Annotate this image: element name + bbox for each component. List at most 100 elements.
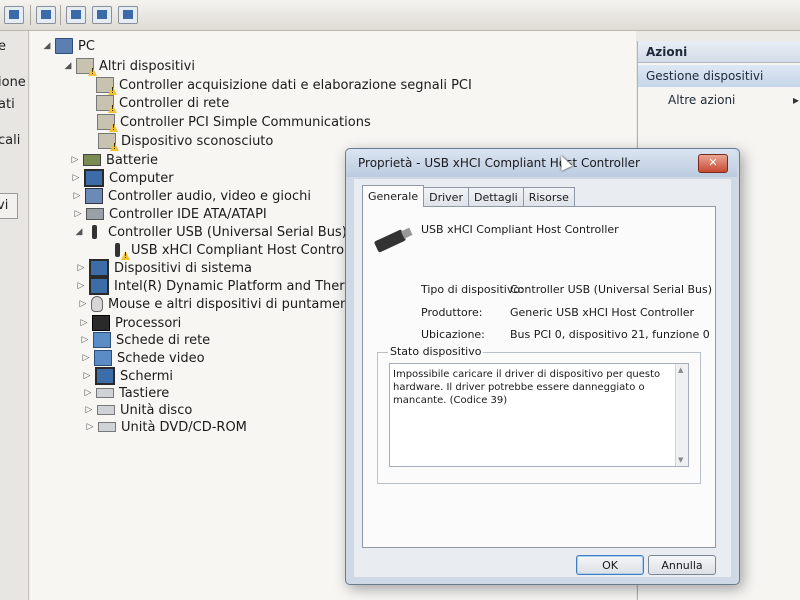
tab-driver[interactable]: Driver — [423, 187, 469, 207]
left-pane-text: cali — [0, 133, 21, 148]
unknown-device-warning-icon — [96, 77, 114, 93]
device-name: USB xHCI Compliant Host Controller — [421, 223, 619, 236]
expanded-arrow-icon[interactable]: ◢ — [63, 61, 73, 71]
close-button[interactable]: ✕ — [698, 154, 728, 173]
tree-node-device[interactable]: Dispositivo sconosciuto — [98, 132, 273, 150]
tree-node-sistema[interactable]: ▷ Dispositivi di sistema — [76, 259, 252, 277]
collapsed-arrow-icon[interactable]: ▷ — [84, 405, 94, 415]
keyboard-icon — [96, 388, 114, 398]
dialog-title: Proprietà - USB xHCI Compliant Host Cont… — [358, 156, 640, 170]
uninstall-device-icon[interactable] — [118, 6, 138, 24]
device-manager-window: e ione ati cali vi ◢ PC ◢ Altri disposit… — [0, 0, 800, 600]
actions-device-manager[interactable]: Gestione dispositivi — [638, 65, 800, 87]
device-status-group: Stato dispositivo Impossibile caricare i… — [377, 345, 701, 484]
collapsed-arrow-icon[interactable]: ▷ — [71, 173, 81, 183]
collapsed-arrow-icon[interactable]: ▷ — [72, 191, 82, 201]
tree-node-label: PC — [78, 38, 95, 54]
computer-icon — [55, 38, 73, 54]
toolbar-separator — [30, 5, 31, 25]
scan-hardware-icon[interactable] — [36, 6, 56, 24]
display-adapter-icon — [94, 350, 112, 366]
tree-node-video[interactable]: ▷ Schede video — [81, 349, 205, 367]
device-status-text: Impossibile caricare il driver di dispos… — [393, 369, 661, 406]
dialog-titlebar[interactable]: Proprietà - USB xHCI Compliant Host Cont… — [346, 149, 737, 177]
unknown-device-warning-icon — [96, 95, 114, 111]
cancel-button[interactable]: Annulla — [648, 555, 716, 575]
manufacturer-value: Generic USB xHCI Host Controller — [510, 306, 695, 319]
actions-more-link[interactable]: Altre azioni — [668, 93, 735, 107]
monitor-icon — [95, 367, 115, 385]
unknown-device-warning-icon — [98, 133, 116, 149]
device-type-label: Tipo di dispositivo: — [421, 283, 524, 296]
scroll-down-icon[interactable]: ▼ — [678, 456, 683, 464]
collapsed-arrow-icon[interactable]: ▷ — [76, 281, 86, 291]
dialog-tabs: Generale Driver Dettagli Risorse — [362, 185, 575, 207]
processor-icon — [92, 315, 110, 331]
tree-node-schermi[interactable]: ▷ Schermi — [82, 367, 173, 385]
location-label: Ubicazione: — [421, 328, 485, 341]
update-driver-icon[interactable] — [66, 6, 86, 24]
tab-generale[interactable]: Generale — [362, 185, 425, 207]
tree-node-label: Tastiere — [119, 385, 170, 401]
tree-node-device[interactable]: Controller acquisizione dati e elaborazi… — [96, 76, 472, 94]
disable-device-icon[interactable] — [92, 6, 112, 24]
tree-node-device[interactable]: Controller PCI Simple Communications — [97, 113, 371, 131]
left-pane-item[interactable]: vi — [0, 193, 18, 219]
battery-icon — [83, 154, 101, 166]
collapsed-arrow-icon[interactable]: ▷ — [81, 353, 91, 363]
chevron-right-icon[interactable]: ▸ — [793, 93, 799, 107]
tree-node-label: Schede di rete — [116, 332, 211, 348]
status-scrollbar[interactable]: ▲ ▼ — [675, 364, 688, 466]
tree-node-disco[interactable]: ▷ Unità disco — [84, 401, 193, 419]
collapsed-arrow-icon[interactable]: ▷ — [82, 371, 92, 381]
device-status-label: Stato dispositivo — [388, 345, 484, 358]
collapsed-arrow-icon[interactable]: ▷ — [70, 155, 80, 165]
collapsed-arrow-icon[interactable]: ▷ — [83, 388, 93, 398]
tree-node-audio[interactable]: ▷ Controller audio, video e giochi — [72, 187, 311, 205]
tree-node-batterie[interactable]: ▷ Batterie — [70, 151, 159, 169]
collapsed-arrow-icon[interactable]: ▷ — [79, 318, 89, 328]
tree-node-processori[interactable]: ▷ Processori — [79, 314, 181, 332]
tree-node-label: Mouse e altri dispositivi di puntamento — [108, 296, 362, 312]
disk-drive-icon — [97, 405, 115, 415]
general-tab-panel: USB xHCI Compliant Host Controller Tipo … — [362, 206, 716, 548]
tree-node-label: Controller IDE ATA/ATAPI — [109, 206, 267, 222]
collapsed-arrow-icon[interactable]: ▷ — [80, 335, 90, 345]
collapsed-arrow-icon[interactable]: ▷ — [85, 422, 95, 432]
ok-button[interactable]: OK — [576, 555, 644, 575]
tree-node-tastiere[interactable]: ▷ Tastiere — [83, 384, 170, 402]
left-pane-text: e — [0, 39, 6, 54]
collapsed-arrow-icon[interactable]: ▷ — [76, 263, 86, 273]
tree-node-rete[interactable]: ▷ Schede di rete — [80, 331, 210, 349]
unknown-device-warning-icon — [97, 114, 115, 130]
tree-node-dvd[interactable]: ▷ Unità DVD/CD-ROM — [85, 418, 247, 436]
tree-node-mouse[interactable]: ▷ Mouse e altri dispositivi di puntament… — [78, 295, 361, 313]
tab-dettagli[interactable]: Dettagli — [467, 187, 524, 207]
tree-node-label: Schermi — [120, 368, 174, 384]
left-pane-text: ati — [0, 97, 15, 112]
expanded-arrow-icon[interactable]: ◢ — [74, 227, 84, 237]
tree-node-ide[interactable]: ▷ Controller IDE ATA/ATAPI — [73, 205, 267, 223]
left-pane-text: ione — [0, 75, 26, 90]
tree-node-device[interactable]: Controller di rete — [96, 94, 229, 112]
device-status-textbox[interactable]: Impossibile caricare il driver di dispos… — [389, 363, 689, 467]
console-tree-icon[interactable] — [4, 6, 24, 24]
tree-node-label: Altri dispositivi — [99, 58, 195, 74]
scroll-up-icon[interactable]: ▲ — [678, 366, 683, 374]
tab-risorse[interactable]: Risorse — [522, 187, 575, 207]
expanded-arrow-icon[interactable]: ◢ — [42, 41, 52, 51]
tree-node-usb[interactable]: ◢ Controller USB (Universal Serial Bus) — [74, 223, 347, 241]
platform-icon — [89, 277, 109, 295]
collapsed-arrow-icon[interactable]: ▷ — [73, 209, 83, 219]
tree-node-label: Unità DVD/CD-ROM — [121, 419, 247, 435]
tree-node-pc[interactable]: ◢ PC — [42, 37, 95, 55]
tree-node-altri-dispositivi[interactable]: ◢ Altri dispositivi — [63, 57, 195, 75]
tree-node-usb-xhci[interactable]: USB xHCI Compliant Host Controller — [110, 241, 365, 259]
left-navigation-pane: e ione ati cali vi — [0, 31, 29, 600]
usb-warning-icon — [110, 243, 126, 257]
tree-node-computer[interactable]: ▷ Computer — [71, 169, 174, 187]
tree-node-label: Controller USB (Universal Serial Bus) — [108, 224, 347, 240]
unknown-device-warning-icon — [76, 58, 94, 74]
tree-node-label: Controller acquisizione dati e elaborazi… — [119, 77, 472, 93]
collapsed-arrow-icon[interactable]: ▷ — [78, 299, 88, 309]
